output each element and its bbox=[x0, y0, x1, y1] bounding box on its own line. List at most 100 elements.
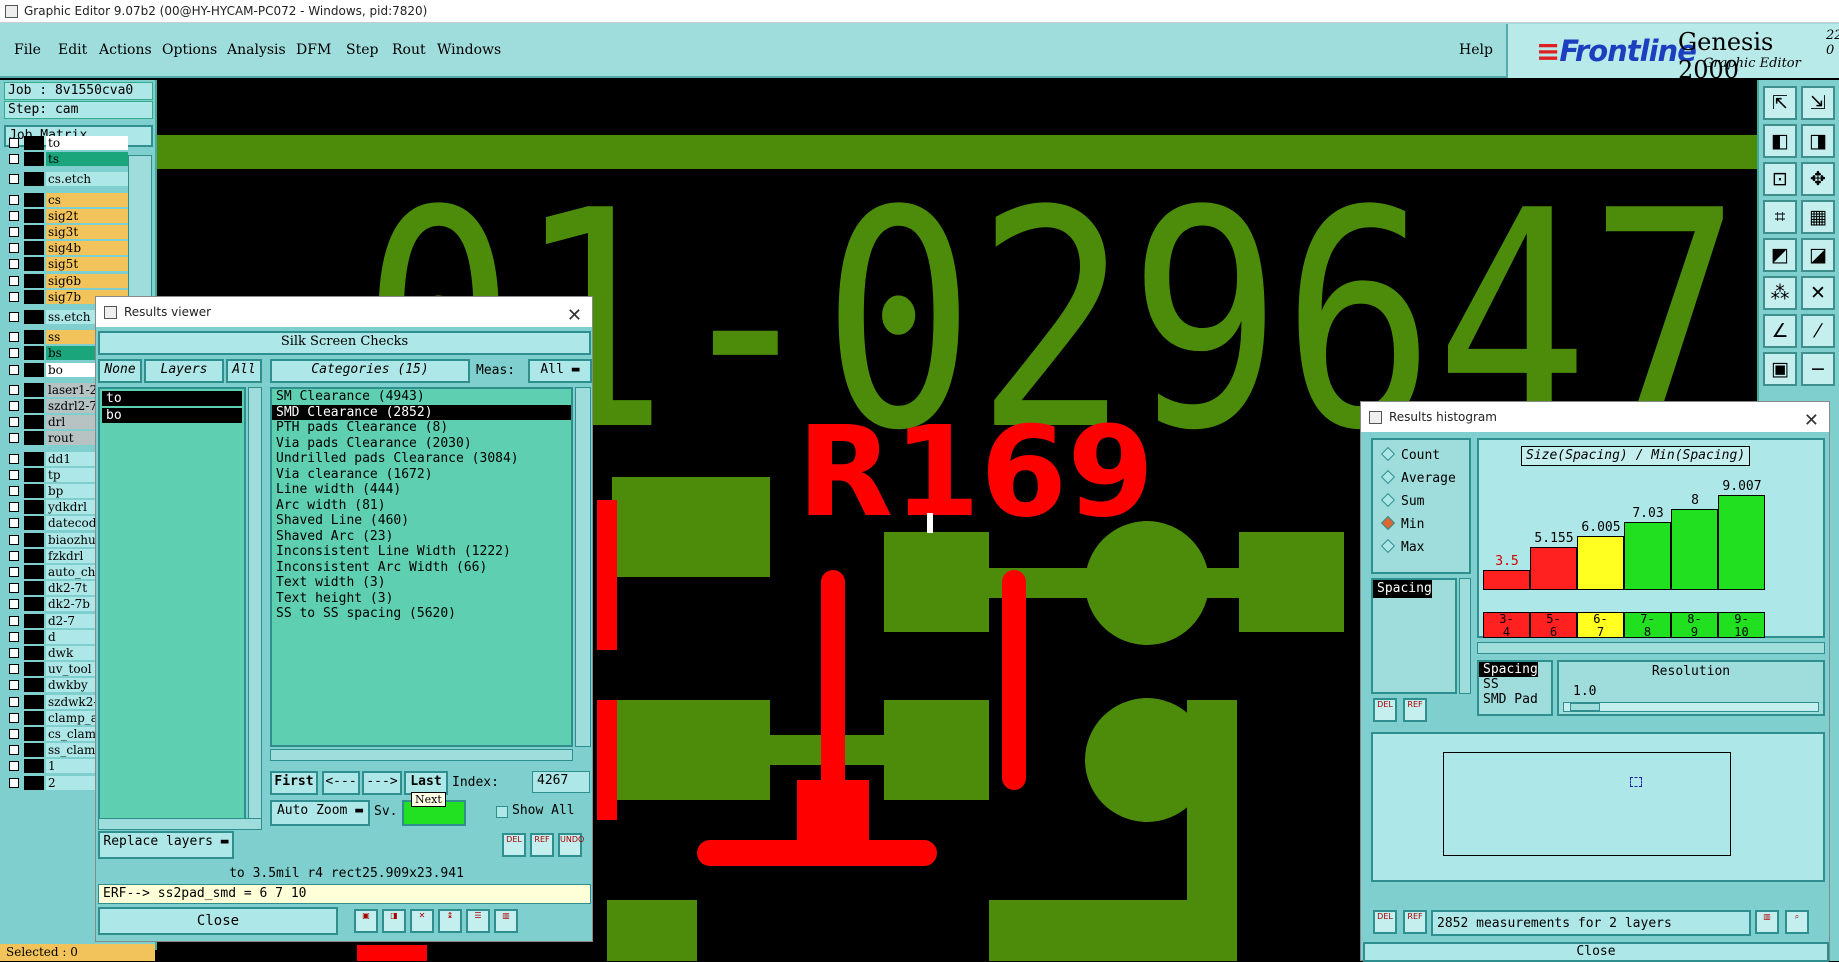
layer-checkbox[interactable] bbox=[9, 486, 19, 496]
ref-icon[interactable]: REF bbox=[1403, 910, 1427, 934]
menu-windows[interactable]: Windows bbox=[437, 42, 501, 58]
layer-checkbox[interactable] bbox=[9, 312, 19, 322]
layer-checkbox[interactable] bbox=[9, 729, 19, 739]
next-button[interactable]: ---> bbox=[362, 771, 402, 795]
category-item[interactable]: Inconsistent Line Width (1222) bbox=[272, 544, 571, 560]
layer-row-4[interactable]: sig2t bbox=[6, 208, 128, 223]
layer-checkbox[interactable] bbox=[9, 696, 19, 707]
mode-radio-max[interactable]: Max bbox=[1380, 538, 1424, 555]
layer-checkbox[interactable] bbox=[9, 401, 19, 411]
del-icon[interactable]: DEL bbox=[1373, 910, 1397, 934]
range-label[interactable]: 3- 4 bbox=[1483, 612, 1530, 639]
histogram-left-scrollbar[interactable] bbox=[1459, 578, 1471, 694]
layer-checkbox[interactable] bbox=[9, 417, 19, 428]
clear-icon[interactable]: ✕ bbox=[410, 909, 434, 933]
categories-scrollbar[interactable] bbox=[575, 387, 591, 747]
chart-icon[interactable]: ▥ bbox=[1755, 910, 1779, 934]
tool-measure-icon[interactable]: ⌗ bbox=[1763, 200, 1797, 234]
del-icon[interactable]: DEL bbox=[502, 833, 526, 857]
range-label[interactable]: 8- 9 bbox=[1671, 612, 1718, 639]
layer-checkbox[interactable] bbox=[9, 680, 19, 691]
layer-checkbox[interactable] bbox=[9, 275, 19, 286]
category-item[interactable]: Undrilled pads Clearance (3084) bbox=[272, 451, 571, 467]
tool-zoom-out-icon[interactable]: ⇲ bbox=[1801, 86, 1835, 120]
menu-file[interactable]: File bbox=[14, 42, 41, 58]
menu-dfm[interactable]: DFM bbox=[296, 42, 331, 58]
layer-list-hscrollbar[interactable] bbox=[98, 818, 262, 830]
mark-icon[interactable]: ◨ bbox=[382, 909, 406, 933]
tool-snap-icon[interactable]: ◩ bbox=[1763, 238, 1797, 272]
category-item[interactable]: Via pads Clearance (2030) bbox=[272, 436, 571, 452]
layer-checkbox[interactable] bbox=[9, 259, 19, 270]
layer-checkbox[interactable] bbox=[9, 138, 19, 148]
layers-all-button[interactable]: All bbox=[226, 359, 262, 383]
histogram-bar[interactable] bbox=[1483, 570, 1530, 590]
menu-options[interactable]: Options bbox=[162, 42, 217, 58]
category-item[interactable]: Shaved Line (460) bbox=[272, 513, 571, 529]
layer-row-2[interactable]: cs.etch bbox=[6, 172, 128, 187]
layer-row-8[interactable]: sig6b bbox=[6, 273, 128, 288]
histogram-bar[interactable] bbox=[1577, 536, 1624, 590]
step-icon[interactable]: ↨ bbox=[438, 909, 462, 933]
layer-checkbox[interactable] bbox=[9, 332, 19, 343]
mode-radio-sum[interactable]: Sum bbox=[1380, 492, 1424, 509]
layer-checkbox[interactable] bbox=[9, 534, 19, 545]
layer-checkbox[interactable] bbox=[9, 615, 19, 626]
layer-list-scrollbar[interactable] bbox=[248, 387, 262, 827]
layer-checkbox[interactable] bbox=[9, 583, 19, 594]
layer-checkbox[interactable] bbox=[9, 745, 19, 756]
list-item[interactable]: Spacing bbox=[1479, 662, 1538, 677]
layer-row-7[interactable]: sig5t bbox=[6, 257, 128, 272]
layer-checkbox[interactable] bbox=[9, 433, 19, 444]
histogram-bar[interactable] bbox=[1671, 509, 1718, 590]
layer-result-item[interactable]: bo bbox=[102, 408, 242, 423]
categories-button[interactable]: Categories (15) bbox=[270, 359, 470, 383]
view-icon[interactable]: ▣ bbox=[354, 909, 378, 933]
category-item[interactable]: Inconsistent Arc Width (66) bbox=[272, 560, 571, 576]
layer-checkbox[interactable] bbox=[9, 599, 19, 610]
tool-slash-icon[interactable]: ⁄ bbox=[1801, 314, 1835, 348]
layer-checkbox[interactable] bbox=[9, 518, 19, 529]
zoom-icon[interactable]: ⌕ bbox=[1785, 910, 1809, 934]
meas-dropdown[interactable]: All ▬ bbox=[528, 359, 592, 383]
layer-checkbox[interactable] bbox=[9, 154, 19, 165]
layers-toggle-button[interactable]: Layers bbox=[144, 359, 224, 383]
menu-actions[interactable]: Actions bbox=[99, 42, 152, 58]
layer-checkbox[interactable] bbox=[9, 567, 19, 577]
layers-none-button[interactable]: None bbox=[98, 359, 142, 383]
category-item[interactable]: Text width (3) bbox=[272, 575, 571, 591]
tool-center-icon[interactable]: ✥ bbox=[1801, 162, 1835, 196]
slider-handle[interactable] bbox=[1570, 703, 1600, 711]
layer-checkbox[interactable] bbox=[9, 243, 19, 254]
tool-pan-right-icon[interactable]: ◨ bbox=[1801, 124, 1835, 158]
mode-radio-count[interactable]: Count bbox=[1380, 446, 1440, 463]
index-input[interactable]: 4267 bbox=[532, 771, 590, 793]
results-close-button[interactable]: Close bbox=[98, 907, 338, 935]
category-item[interactable]: Line width (444) bbox=[272, 482, 571, 498]
range-label[interactable]: 9- 10 bbox=[1718, 612, 1765, 639]
tool-cross-icon[interactable]: ✕ bbox=[1801, 276, 1835, 310]
category-item[interactable]: SMD Clearance (2852) bbox=[272, 404, 571, 420]
list-item[interactable]: Spacing bbox=[1373, 580, 1432, 598]
layer-checkbox[interactable] bbox=[9, 194, 19, 205]
category-item[interactable]: Via clearance (1672) bbox=[272, 467, 571, 483]
layer-checkbox[interactable] bbox=[9, 227, 19, 237]
histogram-titlebar[interactable]: Results histogram ✕ bbox=[1361, 402, 1829, 432]
auto-zoom-dropdown[interactable]: Auto Zoom ▬ bbox=[270, 800, 370, 826]
layer-row-1[interactable]: ts bbox=[6, 152, 128, 167]
layer-row-6[interactable]: sig4b bbox=[6, 241, 128, 256]
categories-hscrollbar[interactable] bbox=[270, 749, 573, 761]
resolution-slider[interactable] bbox=[1563, 702, 1819, 712]
menu-help[interactable]: Help bbox=[1459, 42, 1493, 58]
layer-checkbox[interactable] bbox=[9, 648, 19, 658]
undo-icon[interactable]: UNDO bbox=[558, 833, 584, 857]
category-item[interactable]: Text height (3) bbox=[272, 591, 571, 607]
mode-radio-average[interactable]: Average bbox=[1380, 469, 1456, 486]
histogram-hscrollbar[interactable] bbox=[1477, 642, 1825, 654]
category-item[interactable]: Shaved Arc (23) bbox=[272, 529, 571, 545]
menu-analysis[interactable]: Analysis bbox=[227, 42, 286, 58]
tool-minus-icon[interactable]: − bbox=[1801, 352, 1835, 386]
tool-zoom-home-icon[interactable]: ⇱ bbox=[1763, 86, 1797, 120]
layer-checkbox[interactable] bbox=[9, 364, 19, 375]
close-icon[interactable]: ✕ bbox=[567, 301, 582, 331]
